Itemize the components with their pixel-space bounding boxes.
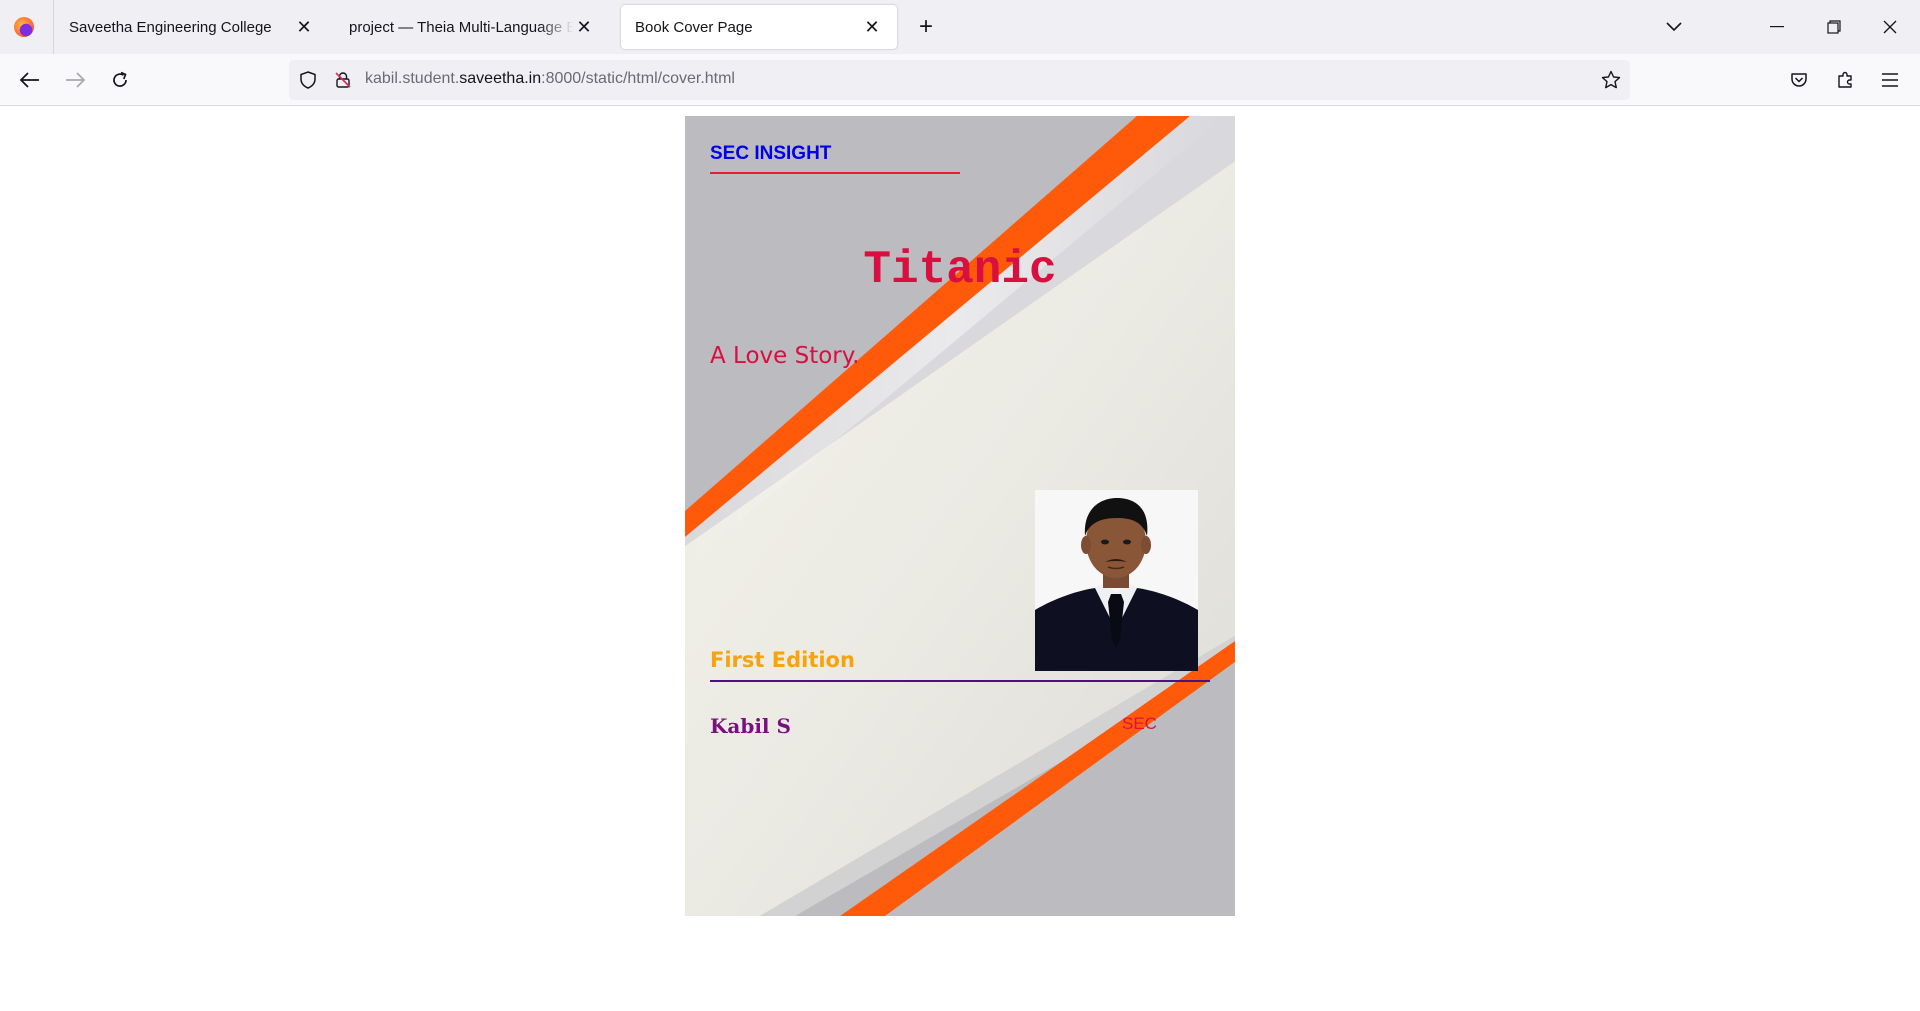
list-all-tabs-chevron-icon[interactable] bbox=[1657, 10, 1691, 44]
book-title: Titanic bbox=[863, 244, 1057, 296]
author-photo bbox=[1035, 490, 1198, 671]
new-tab-plus-icon[interactable]: + bbox=[912, 13, 940, 41]
tab-theia-project[interactable]: project — Theia Multi-Language Ex ✕ bbox=[335, 5, 609, 49]
navigation-toolbar: kabil.student.saveetha.in:8000/static/ht… bbox=[0, 54, 1920, 106]
series-divider bbox=[710, 172, 960, 174]
back-arrow-icon[interactable] bbox=[13, 63, 47, 97]
forward-arrow-icon[interactable] bbox=[58, 63, 92, 97]
series-label: SEC INSIGHT bbox=[710, 143, 832, 164]
minimize-icon[interactable] bbox=[1760, 10, 1794, 44]
url-host: saveetha.in bbox=[459, 70, 542, 87]
book-cover: SEC INSIGHT Titanic A Love Story. First … bbox=[685, 116, 1235, 916]
close-icon[interactable]: ✕ bbox=[573, 16, 595, 38]
firefox-logo-icon[interactable] bbox=[14, 17, 34, 37]
tab-strip: Saveetha Engineering College ✕ project —… bbox=[0, 0, 1920, 54]
not-secure-lock-icon[interactable] bbox=[333, 70, 353, 90]
hamburger-menu-icon[interactable] bbox=[1873, 63, 1907, 97]
url-prefix: kabil.student. bbox=[365, 70, 460, 87]
address-bar[interactable]: kabil.student.saveetha.in:8000/static/ht… bbox=[289, 60, 1630, 100]
tab-saveetha[interactable]: Saveetha Engineering College ✕ bbox=[55, 5, 329, 49]
url-text[interactable]: kabil.student.saveetha.in:8000/static/ht… bbox=[365, 70, 735, 88]
edition-label: First Edition bbox=[710, 648, 855, 672]
reload-icon[interactable] bbox=[103, 63, 137, 97]
book-subtitle: A Love Story. bbox=[710, 343, 860, 369]
shield-icon[interactable] bbox=[298, 70, 318, 90]
restore-icon[interactable] bbox=[1817, 10, 1851, 44]
star-icon[interactable] bbox=[1601, 70, 1621, 90]
close-icon[interactable]: ✕ bbox=[861, 16, 883, 38]
author-name: Kabil S bbox=[710, 714, 791, 738]
publisher-label: SEC bbox=[1122, 714, 1157, 733]
close-window-icon[interactable] bbox=[1873, 10, 1907, 44]
tab-divider bbox=[53, 0, 54, 54]
close-icon[interactable]: ✕ bbox=[293, 16, 315, 38]
puzzle-icon[interactable] bbox=[1828, 63, 1862, 97]
pocket-icon[interactable] bbox=[1782, 63, 1816, 97]
tab-book-cover[interactable]: Book Cover Page ✕ bbox=[621, 5, 897, 49]
tab-title: Book Cover Page bbox=[635, 18, 753, 36]
url-path: :8000/static/html/cover.html bbox=[541, 70, 735, 87]
tab-title: Saveetha Engineering College bbox=[69, 18, 272, 36]
tab-title: project — Theia Multi-Language Ex bbox=[349, 18, 573, 36]
edition-divider bbox=[710, 680, 1210, 682]
